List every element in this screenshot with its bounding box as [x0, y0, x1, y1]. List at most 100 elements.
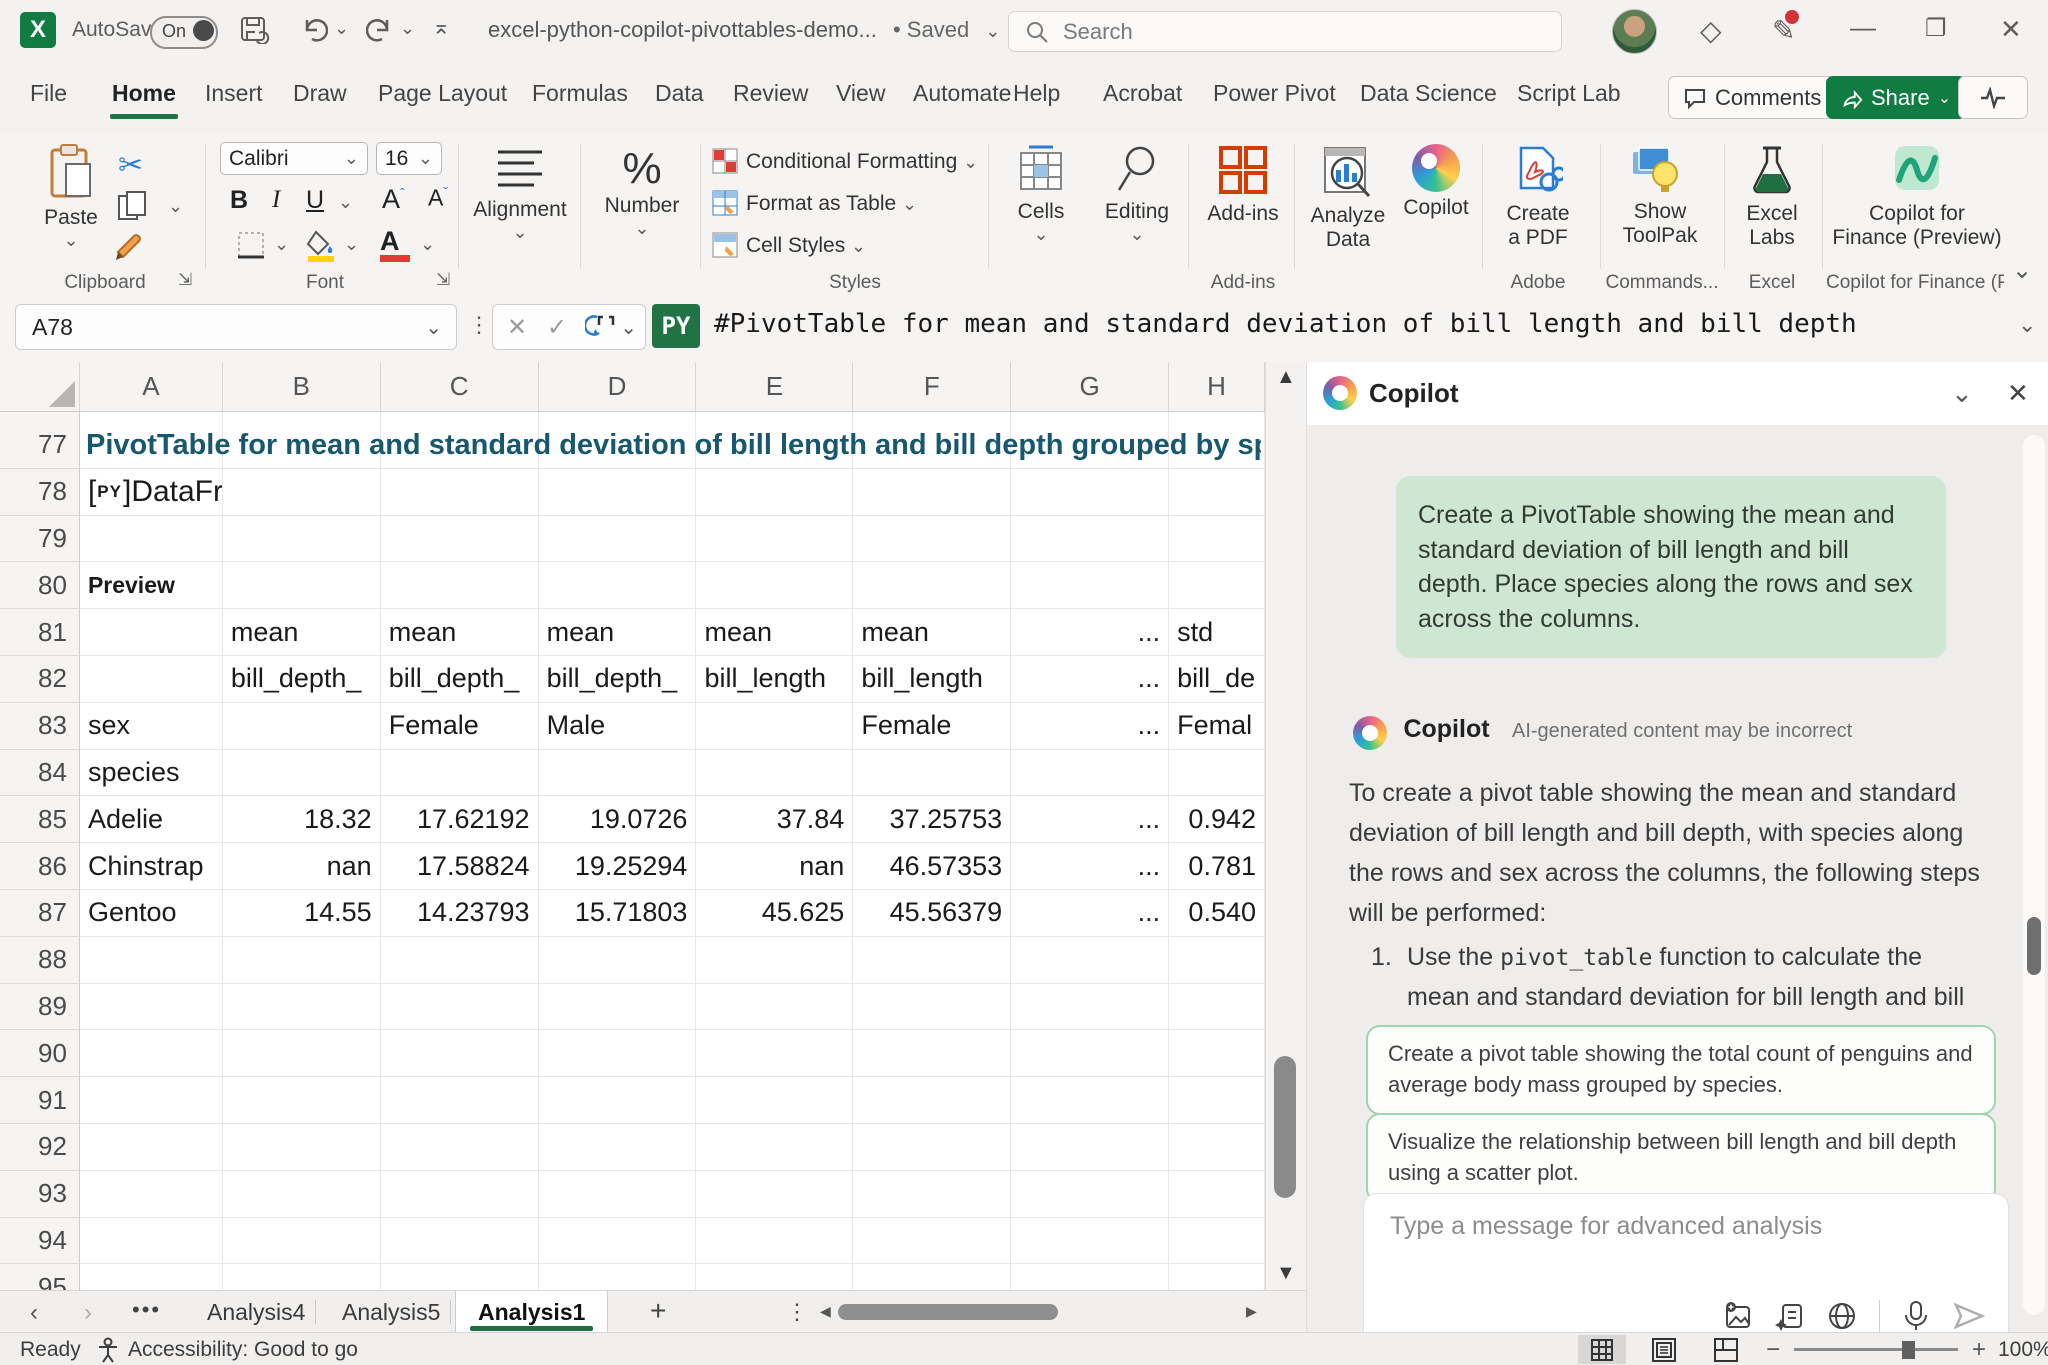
cell-B78[interactable]: [223, 469, 381, 516]
format-as-table-button[interactable]: Format as Table ⌄: [712, 190, 917, 216]
copy-icon[interactable]: [116, 190, 148, 222]
cell-E78[interactable]: [696, 469, 853, 516]
cell-A95[interactable]: [80, 1264, 223, 1290]
ribbon-tab-power-pivot[interactable]: Power Pivot: [1213, 80, 1336, 107]
show-toolpak-button[interactable]: ShowToolPak: [1608, 144, 1712, 248]
excel-logo-icon[interactable]: X: [20, 12, 56, 48]
activity-button[interactable]: [1958, 76, 2028, 119]
underline-dropdown-icon[interactable]: ⌄: [338, 192, 353, 213]
cell-E85[interactable]: 37.84: [696, 796, 853, 843]
suggestion-chip-2[interactable]: Visualize the relationship between bill …: [1366, 1113, 1996, 1203]
column-header-F[interactable]: F: [853, 362, 1011, 411]
column-header-G[interactable]: G: [1011, 362, 1169, 411]
cell-F91[interactable]: [853, 1077, 1011, 1124]
cell-H86[interactable]: 0.781: [1169, 843, 1265, 890]
cell-E82[interactable]: bill_length: [696, 656, 853, 703]
cell-H92[interactable]: [1169, 1124, 1265, 1171]
cell-D85[interactable]: 19.0726: [539, 796, 697, 843]
cell-C81[interactable]: mean: [381, 609, 539, 656]
cell-F89[interactable]: [853, 984, 1011, 1031]
cell-B93[interactable]: [223, 1171, 381, 1218]
cell-F81[interactable]: mean: [853, 609, 1011, 656]
cell-B83[interactable]: [223, 703, 381, 750]
copilot-ribbon-button[interactable]: Copilot: [1396, 144, 1476, 220]
row-header-83[interactable]: 83: [0, 703, 80, 750]
formula-bar-expand-icon[interactable]: ⌄: [2018, 312, 2036, 338]
column-header-H[interactable]: H: [1169, 362, 1265, 411]
cell-H83[interactable]: Femal: [1169, 703, 1265, 750]
cell-C80[interactable]: [381, 562, 539, 609]
title-dropdown-icon[interactable]: ⌄: [985, 21, 1000, 41]
cell-G92[interactable]: [1011, 1124, 1169, 1171]
row-header-89[interactable]: 89: [0, 984, 80, 1031]
ribbon-tab-file[interactable]: File: [30, 80, 67, 107]
page-layout-view-button[interactable]: [1640, 1335, 1688, 1364]
cell-D95[interactable]: [539, 1264, 697, 1290]
cell-H82[interactable]: bill_de: [1169, 656, 1265, 703]
cell-A79[interactable]: [80, 516, 223, 563]
scroll-down-icon[interactable]: ▼: [1276, 1262, 1296, 1285]
ribbon-tab-script-lab[interactable]: Script Lab: [1517, 80, 1621, 107]
sheet-prev-icon[interactable]: ‹: [30, 1299, 38, 1327]
cell-G83[interactable]: ...: [1011, 703, 1169, 750]
paste-dropdown-icon[interactable]: ⌄: [36, 230, 106, 251]
cell-F95[interactable]: [853, 1264, 1011, 1290]
cell-B80[interactable]: [223, 562, 381, 609]
cell-D90[interactable]: [539, 1030, 697, 1077]
cell-D89[interactable]: [539, 984, 697, 1031]
cell-A93[interactable]: [80, 1171, 223, 1218]
cell-A78[interactable]: [PY]DataFrame: [80, 469, 223, 516]
add-sheet-icon[interactable]: +: [650, 1295, 666, 1327]
document-title[interactable]: excel-python-copilot-pivottables-demo...…: [488, 17, 1000, 43]
cell-F93[interactable]: [853, 1171, 1011, 1218]
row-header-77[interactable]: 77: [0, 422, 80, 469]
cell-F85[interactable]: 37.25753: [853, 796, 1011, 843]
close-button[interactable]: ✕: [2000, 14, 2022, 45]
vertical-scroll-thumb[interactable]: [1274, 1056, 1296, 1198]
select-all-corner[interactable]: [0, 362, 80, 411]
cell-H88[interactable]: [1169, 937, 1265, 984]
cell-E95[interactable]: [696, 1264, 853, 1290]
cell-B86[interactable]: nan: [223, 843, 381, 890]
cell-C93[interactable]: [381, 1171, 539, 1218]
zoom-in-button[interactable]: +: [1972, 1336, 1986, 1364]
font-size-combo[interactable]: 16⌄: [376, 142, 442, 175]
cell-H93[interactable]: [1169, 1171, 1265, 1218]
row-header-82[interactable]: 82: [0, 656, 80, 703]
format-painter-icon[interactable]: [114, 230, 150, 264]
borders-icon[interactable]: [236, 230, 266, 260]
font-color-dropdown-icon[interactable]: ⌄: [420, 234, 435, 255]
cell-D91[interactable]: [539, 1077, 697, 1124]
cell-B79[interactable]: [223, 516, 381, 563]
cell-A80[interactable]: Preview: [80, 562, 223, 609]
user-avatar[interactable]: [1612, 9, 1657, 54]
cell-H87[interactable]: 0.540: [1169, 890, 1265, 937]
entry-dropdown-icon[interactable]: ⌄: [620, 315, 637, 340]
row-header-80[interactable]: 80: [0, 562, 80, 609]
page-break-view-button[interactable]: [1702, 1335, 1750, 1364]
cell-D80[interactable]: [539, 562, 697, 609]
cell-G94[interactable]: [1011, 1218, 1169, 1265]
minimize-button[interactable]: —: [1850, 12, 1876, 43]
cell-B91[interactable]: [223, 1077, 381, 1124]
cell-F80[interactable]: [853, 562, 1011, 609]
cell-F83[interactable]: Female: [853, 703, 1011, 750]
cell-B94[interactable]: [223, 1218, 381, 1265]
cell-F79[interactable]: [853, 516, 1011, 563]
cell-A81[interactable]: [80, 609, 223, 656]
zoom-slider-thumb[interactable]: [1902, 1341, 1915, 1359]
undo-dropdown-icon[interactable]: ⌄: [334, 18, 349, 39]
copilot-scrollbar[interactable]: [2023, 435, 2045, 1315]
cell-C86[interactable]: 17.58824: [381, 843, 539, 890]
cell-G86[interactable]: ...: [1011, 843, 1169, 890]
formula-bar-options-icon[interactable]: ⋮: [468, 312, 490, 338]
cell-G82[interactable]: ...: [1011, 656, 1169, 703]
cell-F92[interactable]: [853, 1124, 1011, 1171]
cell-H79[interactable]: [1169, 516, 1265, 563]
cell-H84[interactable]: [1169, 750, 1265, 797]
ribbon-tab-home[interactable]: Home: [112, 80, 176, 107]
cell-E93[interactable]: [696, 1171, 853, 1218]
cell-C90[interactable]: [381, 1030, 539, 1077]
cell-B87[interactable]: 14.55: [223, 890, 381, 937]
ribbon-tab-help[interactable]: Help: [1013, 80, 1060, 107]
